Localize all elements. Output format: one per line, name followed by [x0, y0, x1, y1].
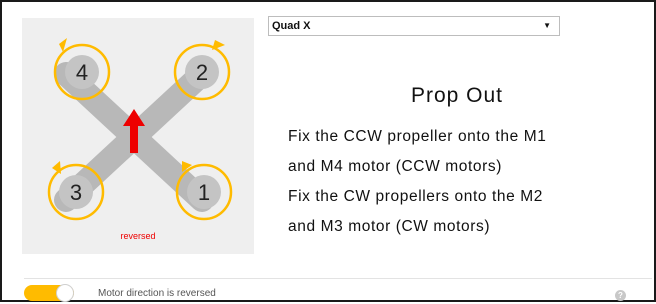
motor-number-4: 4 — [76, 60, 88, 85]
instruction-line: Fix the CW propellers onto the M2 — [288, 188, 543, 205]
quad-x-diagram-svg: 4 2 3 1 reversed — [47, 38, 233, 241]
question-mark-icon[interactable]: ? — [615, 290, 626, 301]
motor-direction-toggle[interactable] — [24, 282, 76, 304]
quad-x-diagram: 4 2 3 1 reversed — [22, 18, 254, 254]
triangle-down-icon[interactable]: ▼ — [543, 17, 551, 35]
rotation-arrow-icon — [212, 40, 225, 50]
divider — [24, 278, 652, 279]
mixer-select-value: Quad X — [272, 20, 311, 32]
instruction-line: and M3 motor (CW motors) — [288, 218, 491, 235]
instruction-line: and M4 motor (CCW motors) — [288, 158, 502, 175]
mixer-select[interactable]: Quad X ▼ — [268, 16, 560, 36]
prop-instructions: Fix the CCW propeller onto the M1 and M4… — [288, 122, 648, 242]
motor-number-3: 3 — [70, 180, 82, 205]
instruction-line: Fix the CCW propeller onto the M1 — [288, 128, 547, 145]
toggle-knob[interactable] — [56, 284, 74, 302]
motor-number-1: 1 — [198, 180, 210, 205]
mixer-panel: 4 2 3 1 reversed Quad X ▼ Prop Out Fix t… — [0, 0, 656, 302]
motor-number-2: 2 — [196, 60, 208, 85]
motor-direction-label: Motor direction is reversed — [98, 288, 216, 299]
prop-mode-title: Prop Out — [410, 84, 504, 107]
reversed-label: reversed — [120, 231, 155, 241]
